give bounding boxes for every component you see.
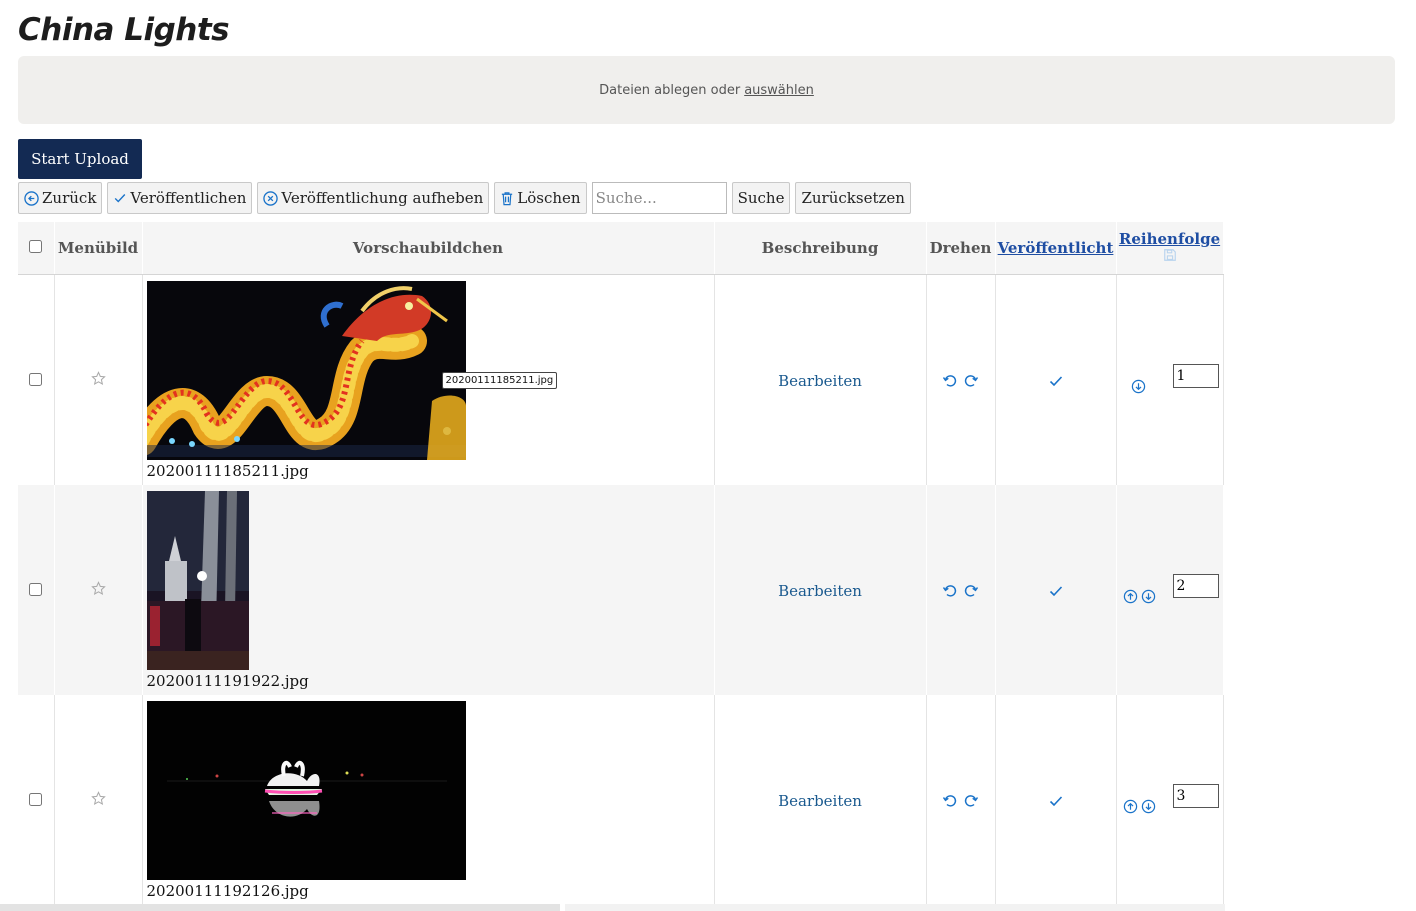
search-input[interactable] bbox=[591, 182, 727, 214]
order-input[interactable] bbox=[1172, 574, 1219, 598]
order-input[interactable] bbox=[1172, 364, 1219, 388]
header-order: Reihenfolge bbox=[1116, 222, 1224, 275]
thumbnail-wrapper: 20200111192126.jpg bbox=[146, 700, 714, 900]
star-icon[interactable] bbox=[90, 790, 106, 806]
published-check-icon[interactable] bbox=[1048, 583, 1064, 599]
file-name: 20200111192126.jpg bbox=[146, 881, 309, 900]
sort-published-link[interactable]: Veröffentlicht bbox=[998, 239, 1114, 257]
header-preview: Vorschaubildchen bbox=[142, 222, 715, 275]
thumbnail-wrapper: 20200111191922.jpg bbox=[146, 490, 714, 690]
page-title: China Lights bbox=[18, 12, 230, 48]
start-upload-button[interactable]: Start Upload bbox=[18, 139, 142, 179]
header-published: Veröffentlicht bbox=[995, 222, 1117, 275]
publish-button[interactable]: Veröffentlichen bbox=[107, 182, 253, 214]
rotate-left-icon[interactable] bbox=[942, 793, 958, 809]
header-rotate: Drehen bbox=[926, 222, 996, 275]
dropzone-text: Dateien ablegen oder bbox=[599, 82, 741, 98]
select-all-checkbox[interactable] bbox=[29, 240, 43, 253]
edit-link[interactable]: Bearbeiten bbox=[778, 792, 862, 810]
move-down-icon[interactable] bbox=[1141, 589, 1156, 604]
row-checkbox[interactable] bbox=[29, 372, 43, 386]
trash-icon bbox=[500, 191, 514, 206]
sort-order-link[interactable]: Reihenfolge bbox=[1119, 230, 1220, 248]
horizontal-scrollbar[interactable] bbox=[0, 904, 560, 911]
file-name: 20200111185211.jpg bbox=[146, 461, 309, 480]
arrow-left-circle-icon bbox=[24, 190, 39, 206]
rotate-left-icon[interactable] bbox=[942, 373, 958, 389]
table-row: 20200111191922.jpg Bearbeiten bbox=[18, 485, 1224, 695]
thumbnail-wrapper: 20200111185211.jpg 20200111185211.jpg bbox=[146, 280, 714, 480]
table-header-row: Menübild Vorschaubildchen Beschreibung D… bbox=[18, 222, 1224, 275]
move-up-icon[interactable] bbox=[1123, 589, 1138, 604]
search-button[interactable]: Suche bbox=[731, 182, 791, 214]
edit-link[interactable]: Bearbeiten bbox=[778, 372, 862, 390]
move-down-icon[interactable] bbox=[1141, 799, 1156, 814]
row-checkbox[interactable] bbox=[29, 792, 43, 806]
table-row: 20200111185211.jpg 20200111185211.jpg Be… bbox=[18, 274, 1224, 485]
thumbnail-image[interactable] bbox=[146, 490, 249, 670]
header-description: Beschreibung bbox=[714, 222, 927, 275]
published-check-icon[interactable] bbox=[1048, 373, 1064, 389]
delete-button[interactable]: Löschen bbox=[494, 182, 587, 214]
rotate-right-icon[interactable] bbox=[963, 793, 979, 809]
move-up-icon[interactable] bbox=[1123, 799, 1138, 814]
rotate-right-icon[interactable] bbox=[963, 583, 979, 599]
thumbnail-image[interactable] bbox=[146, 280, 466, 460]
toolbar: Zurück Veröffentlichen Veröffentlichung … bbox=[18, 182, 911, 214]
save-order-icon[interactable] bbox=[1163, 248, 1177, 262]
rotate-right-icon[interactable] bbox=[963, 373, 979, 389]
unpublish-button[interactable]: Veröffentlichung aufheben bbox=[257, 182, 490, 214]
x-circle-icon bbox=[263, 190, 279, 206]
file-dropzone[interactable]: Dateien ablegen oder auswählen bbox=[18, 56, 1395, 124]
header-menubild: Menübild bbox=[54, 222, 143, 275]
next-row-edge bbox=[565, 904, 1225, 911]
select-files-link[interactable]: auswählen bbox=[744, 83, 814, 98]
star-icon[interactable] bbox=[90, 370, 106, 386]
move-down-icon[interactable] bbox=[1131, 379, 1146, 394]
thumbnail-image[interactable] bbox=[146, 700, 466, 880]
row-checkbox[interactable] bbox=[29, 582, 43, 596]
file-name: 20200111191922.jpg bbox=[146, 671, 309, 690]
published-check-icon[interactable] bbox=[1048, 793, 1064, 809]
order-input[interactable] bbox=[1172, 784, 1219, 808]
check-icon bbox=[113, 191, 127, 205]
table-row: 20200111192126.jpg Bearbeiten bbox=[18, 695, 1224, 905]
back-button[interactable]: Zurück bbox=[18, 182, 103, 214]
filename-tooltip: 20200111185211.jpg bbox=[441, 371, 558, 389]
rotate-left-icon[interactable] bbox=[942, 583, 958, 599]
select-all-cell bbox=[18, 222, 55, 275]
image-table: Menübild Vorschaubildchen Beschreibung D… bbox=[18, 222, 1224, 905]
reset-button[interactable]: Zurücksetzen bbox=[795, 182, 911, 214]
edit-link[interactable]: Bearbeiten bbox=[778, 582, 862, 600]
star-icon[interactable] bbox=[90, 580, 106, 596]
